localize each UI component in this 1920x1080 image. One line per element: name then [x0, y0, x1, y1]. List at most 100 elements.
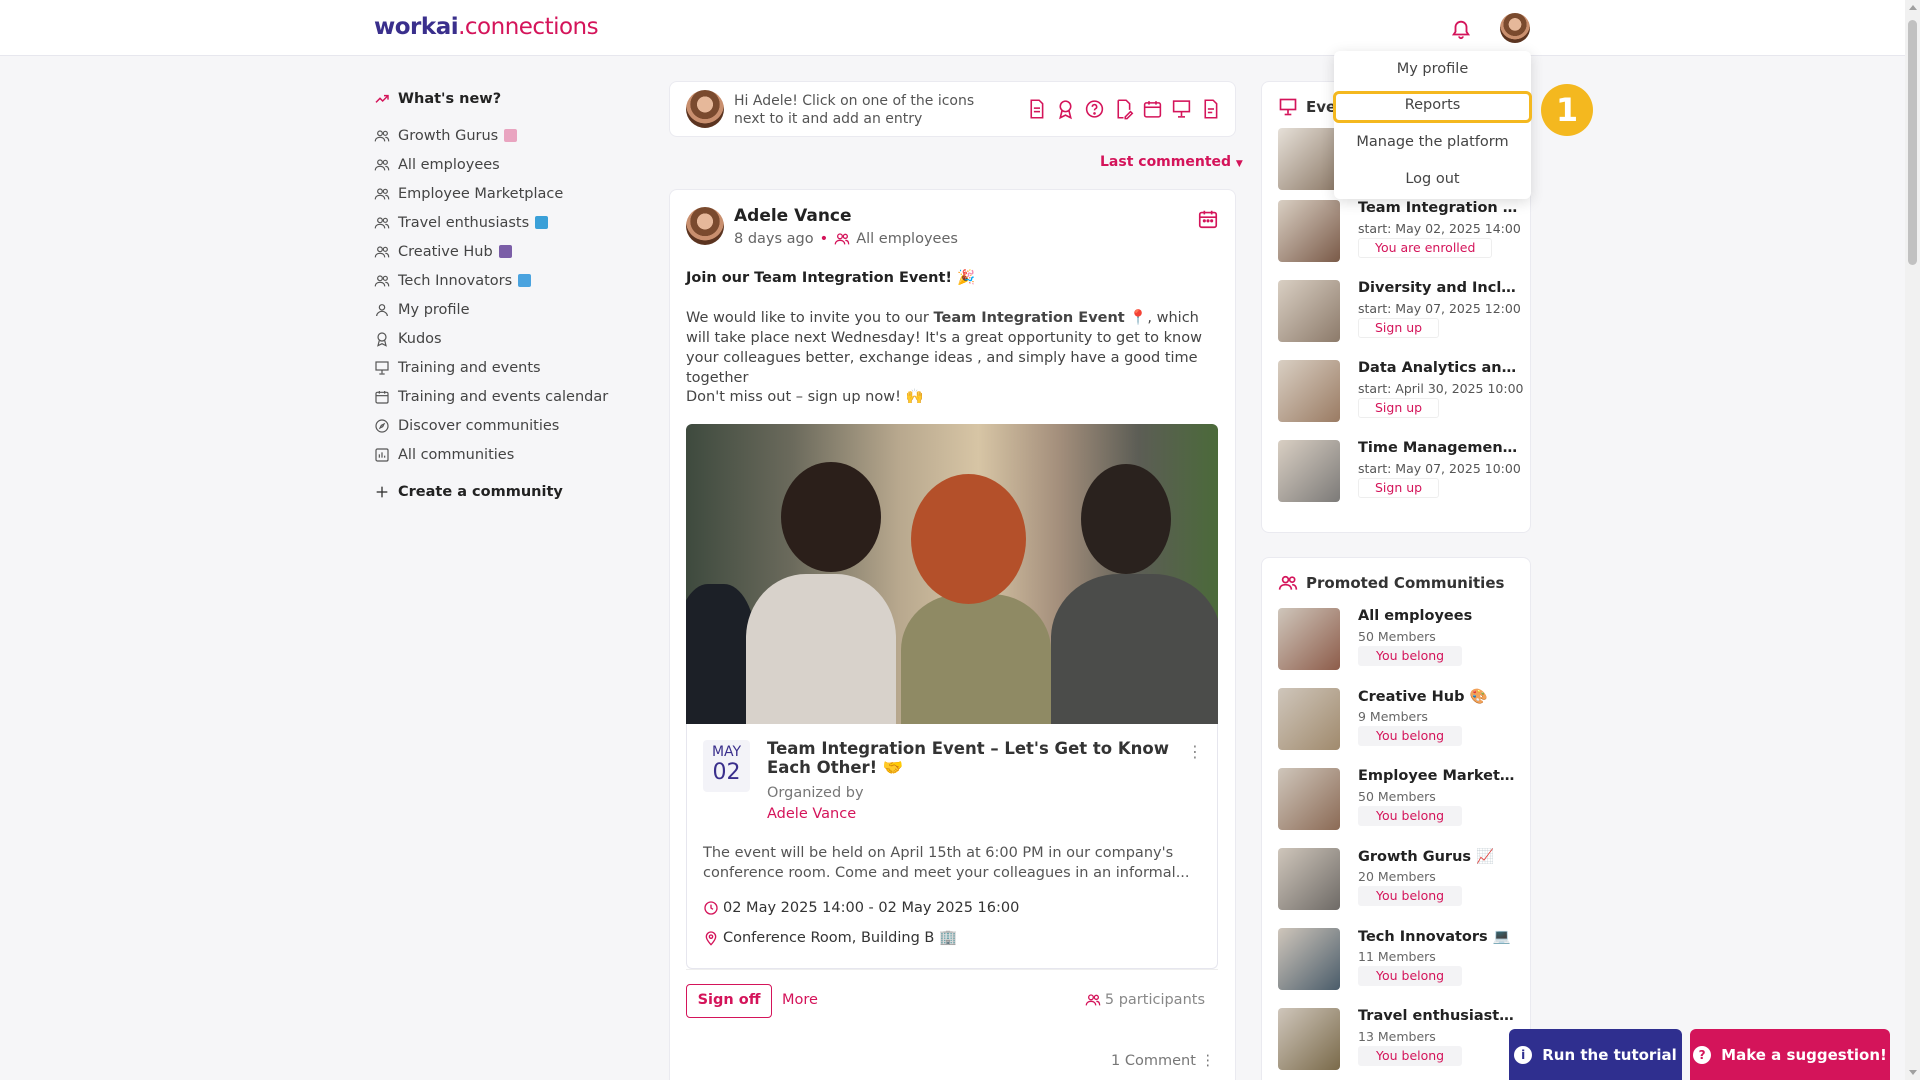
post-author[interactable]: Adele Vance	[734, 206, 852, 226]
event-item-status-button[interactable]: Sign up	[1358, 478, 1440, 498]
event-item-status-button[interactable]: Sign up	[1358, 318, 1440, 338]
event-item-title[interactable]: Data Analytics and ...	[1358, 360, 1518, 376]
scrollbar[interactable]	[1905, 0, 1920, 1080]
sidebar-item-kudos[interactable]: Kudos	[374, 324, 634, 353]
calendar-icon[interactable]	[1142, 98, 1163, 120]
bell-icon[interactable]	[1450, 18, 1472, 40]
more-link[interactable]: More	[782, 992, 818, 1008]
post-author-avatar[interactable]	[686, 207, 724, 245]
menu-item-log-out[interactable]: Log out	[1334, 171, 1531, 187]
community-name[interactable]: Employee Marketpla...	[1358, 768, 1518, 784]
community-name[interactable]: Tech Innovators 💻	[1358, 928, 1518, 945]
scroll-up-arrow[interactable]	[1909, 5, 1917, 10]
community-name[interactable]: Growth Gurus 📈	[1358, 848, 1518, 865]
community-list-item[interactable]: Employee Marketpla... 50 Members You belon…	[1278, 768, 1523, 832]
sign-off-button[interactable]: Sign off	[686, 984, 772, 1018]
community-thumbnail[interactable]	[1278, 848, 1340, 910]
sidebar-item-discover-communities[interactable]: Discover communities	[374, 411, 634, 440]
community-status-badge[interactable]: You belong	[1358, 806, 1463, 826]
more-options-icon[interactable]: ⋮	[1187, 742, 1203, 761]
event-title[interactable]: Team Integration Event – Let's Get to Kn…	[767, 739, 1187, 777]
create-community-link[interactable]: Create a community	[374, 477, 634, 506]
file-icon[interactable]	[1200, 98, 1221, 120]
community-list-item[interactable]: Tech Innovators 💻 11 Members You belong	[1278, 928, 1523, 992]
event-organizer[interactable]: Adele Vance	[767, 806, 856, 822]
group-icon	[374, 187, 390, 199]
sidebar-item-training-and-events[interactable]: Training and events	[374, 353, 634, 382]
community-status-badge[interactable]: You belong	[1358, 726, 1463, 746]
sidebar-item-travel-enthusiasts[interactable]: Travel enthusiasts	[374, 208, 634, 237]
event-datetime: 02 May 2025 14:00 - 02 May 2025 16:00	[703, 900, 1019, 916]
run-tutorial-button[interactable]: i Run the tutorial	[1509, 1029, 1682, 1080]
sidebar-item-all-employees[interactable]: All employees	[374, 150, 634, 179]
sidebar-item-creative-hub[interactable]: Creative Hub	[374, 237, 634, 266]
event-thumbnail[interactable]	[1278, 200, 1340, 262]
sidebar-item-employee-marketplace[interactable]: Employee Marketplace	[374, 179, 634, 208]
event-item-title[interactable]: Time Management ...	[1358, 440, 1518, 456]
community-name[interactable]: Creative Hub 🎨	[1358, 688, 1518, 705]
community-list-item[interactable]: All employees 50 Members You belong	[1278, 608, 1523, 672]
event-thumbnail[interactable]	[1278, 280, 1340, 342]
sidebar-item-tech-innovators[interactable]: Tech Innovators	[374, 266, 634, 295]
event-item-status-button[interactable]: Sign up	[1358, 398, 1440, 418]
community-name[interactable]: All employees	[1358, 608, 1518, 624]
sidebar-item-growth-gurus[interactable]: Growth Gurus	[374, 121, 634, 150]
sidebar-item-label: Kudos	[398, 330, 442, 347]
sidebar-item-all-communities[interactable]: All communities	[374, 440, 634, 469]
community-list-item[interactable]: Travel enthusiasts ... 13 Members You belo…	[1278, 1008, 1523, 1072]
award-icon[interactable]	[1055, 98, 1076, 120]
sidebar-item-training-and-events-calendar[interactable]: Training and events calendar	[374, 382, 634, 411]
community-thumbnail[interactable]	[1278, 608, 1340, 670]
community-list-item[interactable]: Growth Gurus 📈 20 Members You belong	[1278, 848, 1523, 912]
event-location-text: Conference Room, Building B 🏢	[723, 930, 958, 946]
community-status-badge[interactable]: You belong	[1358, 1046, 1463, 1066]
event-thumbnail[interactable]	[1278, 128, 1340, 190]
event-thumbnail[interactable]	[1278, 440, 1340, 502]
post-card: Adele Vance 8 days ago • All employees J…	[669, 189, 1236, 1080]
event-date-box: MAY 02	[703, 740, 750, 792]
community-status-badge[interactable]: You belong	[1358, 646, 1463, 666]
kebab-icon[interactable]: ⋮	[1201, 1053, 1216, 1069]
event-thumbnail[interactable]	[1278, 360, 1340, 422]
question-icon[interactable]	[1084, 98, 1105, 120]
event-list-item[interactable]: Data Analytics and ... start: April 30, 2…	[1278, 360, 1524, 424]
scrollbar-thumb[interactable]	[1908, 20, 1917, 265]
group-icon	[834, 233, 850, 245]
event-item-title[interactable]: Diversity and Inclusi...	[1358, 280, 1518, 296]
logo[interactable]: workai.connections	[374, 14, 599, 40]
event-list-item[interactable]: Time Management ... start: May 07, 2025 1…	[1278, 440, 1523, 504]
community-thumbnail[interactable]	[1278, 1008, 1340, 1070]
event-location: Conference Room, Building B 🏢	[703, 929, 957, 946]
scroll-down-arrow[interactable]	[1909, 1070, 1917, 1075]
user-avatar[interactable]	[1500, 13, 1530, 43]
community-thumbnail[interactable]	[1278, 928, 1340, 990]
post-audience[interactable]: All employees	[856, 231, 958, 247]
community-name[interactable]: Travel enthusiasts ...	[1358, 1008, 1518, 1024]
promoted-communities-panel: Promoted Communities All employees 50 Mem…	[1261, 557, 1531, 1080]
event-list-item[interactable]: Team Integration Ev... start: May 02, 202…	[1278, 200, 1523, 264]
emoji-icon	[518, 274, 532, 287]
logo-part2: .connections	[458, 14, 599, 40]
event-item-title[interactable]: Team Integration Ev...	[1358, 200, 1518, 216]
community-thumbnail[interactable]	[1278, 688, 1340, 750]
sidebar-item-my-profile[interactable]: My profile	[374, 295, 634, 324]
comments-link[interactable]: 1 Comment ⋮	[1111, 1053, 1215, 1069]
sidebar-item-label: My profile	[398, 301, 470, 318]
community-list-item[interactable]: Creative Hub 🎨 9 Members You belong	[1278, 688, 1523, 752]
community-status-badge[interactable]: You belong	[1358, 886, 1463, 906]
community-status-badge[interactable]: You belong	[1358, 966, 1463, 986]
event-list-item[interactable]: Diversity and Inclusi... start: May 07, 2…	[1278, 280, 1523, 344]
document-icon[interactable]	[1026, 98, 1047, 120]
presentation-icon[interactable]	[1171, 98, 1192, 120]
sort-dropdown[interactable]: Last commented ▼	[1100, 154, 1243, 170]
make-suggestion-button[interactable]: ? Make a suggestion!	[1690, 1029, 1890, 1080]
user-icon	[376, 303, 388, 316]
community-thumbnail[interactable]	[1278, 768, 1340, 830]
event-item-status-button[interactable]: You are enrolled	[1358, 238, 1493, 258]
whats-new-link[interactable]: What's new?	[374, 84, 634, 113]
calendar-icon[interactable]	[1197, 208, 1219, 230]
participants-count[interactable]: 5 participants	[1085, 992, 1205, 1008]
edit-document-icon[interactable]	[1113, 98, 1134, 120]
menu-item-manage-platform[interactable]: Manage the platform	[1334, 134, 1531, 150]
menu-item-my-profile[interactable]: My profile	[1334, 61, 1531, 77]
